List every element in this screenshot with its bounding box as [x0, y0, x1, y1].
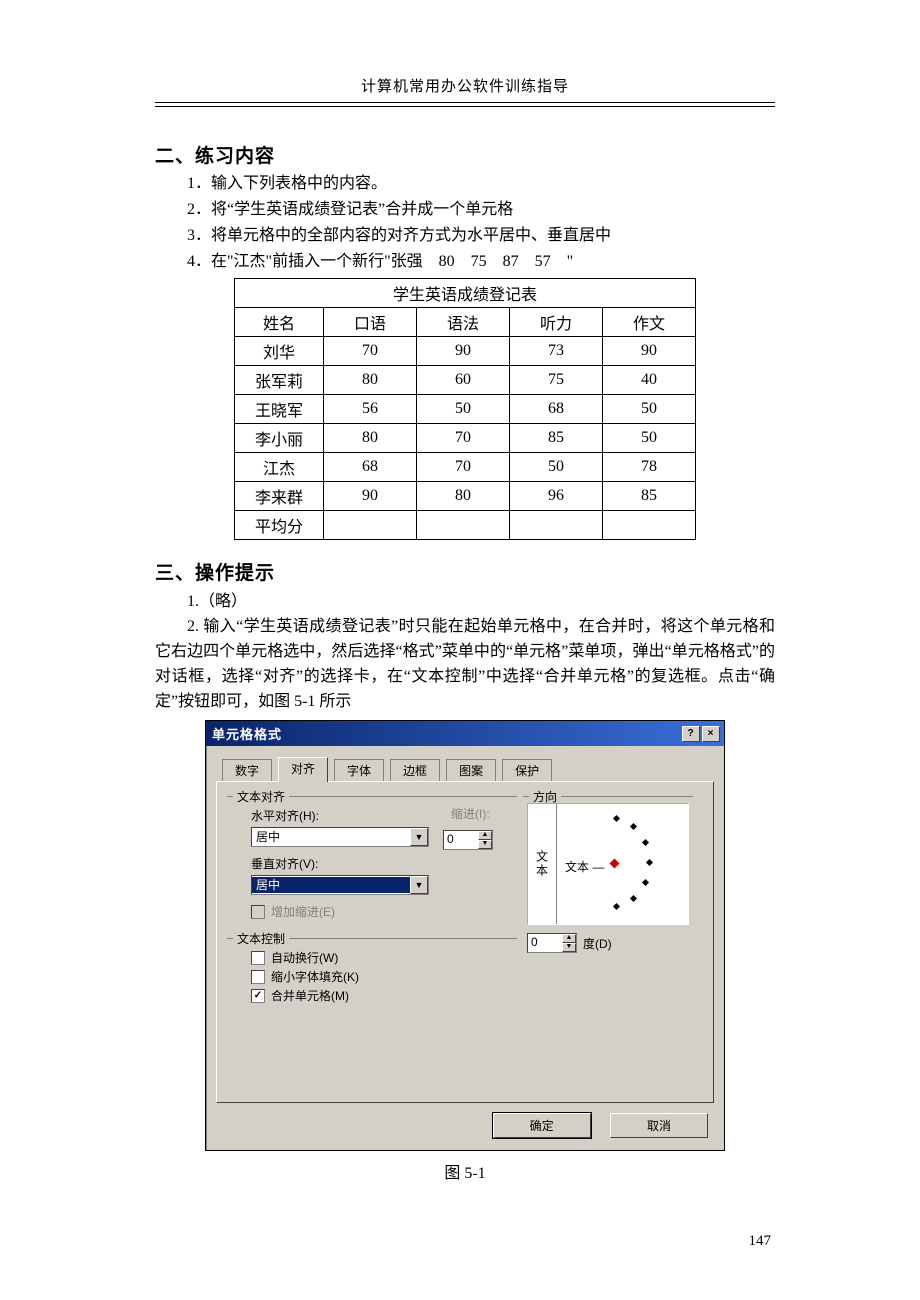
table-row: 张军莉80607540	[235, 366, 696, 395]
dot-icon	[630, 823, 637, 830]
orientation-box[interactable]: 文本 文本 —	[527, 803, 689, 925]
tip-2: 2. 输入“学生英语成绩登记表”时只能在起始单元格中，在合并时，将这个单元格和它…	[155, 614, 775, 714]
tab-strip: 数字 对齐 字体 边框 图案 保护	[216, 752, 714, 781]
degree-label: 度(D)	[583, 935, 612, 952]
practice-item-4: 4．在"江杰"前插入一个新行"张强 80 75 87 57 "	[155, 250, 775, 274]
table-row: 刘华70907390	[235, 337, 696, 366]
table-row: 李小丽80708550	[235, 424, 696, 453]
dot-icon	[646, 859, 653, 866]
indent-value: 0	[444, 831, 478, 849]
text-align-legend: 文本对齐	[233, 788, 289, 805]
dialog-title: 单元格格式	[212, 724, 282, 743]
spin-up-icon[interactable]: ▲	[478, 831, 492, 840]
cell-format-dialog: 单元格格式 ? × 数字 对齐 字体 边框 图案 保护	[205, 720, 725, 1151]
tip-1: 1.（略）	[155, 589, 775, 614]
table-row: 平均分	[235, 511, 696, 540]
merge-label: 合并单元格(M)	[271, 987, 349, 1004]
chevron-down-icon[interactable]: ▼	[410, 876, 428, 894]
text-control-legend: 文本控制	[233, 930, 289, 947]
checkbox-checked-icon: ✓	[251, 989, 265, 1003]
checkbox-icon	[251, 951, 265, 965]
chevron-down-icon[interactable]: ▼	[410, 828, 428, 846]
page-number: 147	[155, 1233, 775, 1250]
shrink-label: 缩小字体填充(K)	[271, 968, 359, 985]
col-listening: 听力	[510, 308, 603, 337]
practice-item-1: 1．输入下列表格中的内容。	[155, 172, 775, 196]
shrink-checkbox[interactable]: 缩小字体填充(K)	[251, 968, 507, 985]
table-row: 江杰68705078	[235, 453, 696, 482]
col-writing: 作文	[603, 308, 696, 337]
tab-border[interactable]: 边框	[390, 759, 440, 782]
dot-icon	[613, 903, 620, 910]
vertical-text-button[interactable]: 文本	[528, 804, 557, 924]
tab-protection[interactable]: 保护	[502, 759, 552, 782]
halign-value: 居中	[252, 829, 410, 845]
table-row: 李来群90809685	[235, 482, 696, 511]
direction-group: 方向 文本 文本 —	[523, 796, 693, 959]
help-button[interactable]: ?	[682, 726, 700, 742]
dot-icon	[630, 895, 637, 902]
dialog-titlebar[interactable]: 单元格格式 ? ×	[206, 721, 724, 746]
col-name: 姓名	[235, 308, 324, 337]
spin-down-icon[interactable]: ▼	[478, 840, 492, 849]
col-grammar: 语法	[417, 308, 510, 337]
merge-checkbox[interactable]: ✓ 合并单元格(M)	[251, 987, 507, 1004]
checkbox-icon	[251, 905, 265, 919]
halign-combo[interactable]: 居中 ▼	[251, 827, 429, 847]
valign-label: 垂直对齐(V):	[251, 855, 507, 872]
wrap-label: 自动换行(W)	[271, 949, 338, 966]
figure-caption: 图 5-1	[205, 1159, 725, 1183]
tab-pattern[interactable]: 图案	[446, 759, 496, 782]
valign-value: 居中	[252, 877, 410, 893]
practice-item-3: 3．将单元格中的全部内容的对齐方式为水平居中、垂直居中	[155, 224, 775, 248]
wrap-checkbox[interactable]: 自动换行(W)	[251, 949, 507, 966]
table-header-row: 姓名 口语 语法 听力 作文	[235, 308, 696, 337]
text-control-group: 文本控制 自动换行(W) 缩小字体填充(K)	[227, 938, 517, 1016]
running-head: 计算机常用办公软件训练指导	[155, 75, 775, 102]
degree-value: 0	[528, 934, 562, 952]
tab-number[interactable]: 数字	[222, 759, 272, 782]
tab-alignment[interactable]: 对齐	[278, 757, 328, 782]
col-speaking: 口语	[324, 308, 417, 337]
cancel-button[interactable]: 取消	[610, 1113, 708, 1138]
diamond-icon	[610, 859, 620, 869]
spin-down-icon[interactable]: ▼	[562, 943, 576, 952]
table-row: 王晓军56506850	[235, 395, 696, 424]
orientation-text-label: 文本 —	[565, 858, 604, 875]
indent-label: 缩进(I):	[451, 805, 490, 822]
degree-spin[interactable]: 0 ▲▼	[527, 933, 577, 953]
tab-font[interactable]: 字体	[334, 759, 384, 782]
indent-spin[interactable]: 0 ▲▼	[443, 830, 493, 850]
alignment-panel: 文本对齐 水平对齐(H): 缩进(I): 居中 ▼ 0	[216, 781, 714, 1103]
dot-icon	[642, 879, 649, 886]
valign-combo[interactable]: 居中 ▼	[251, 875, 429, 895]
spin-up-icon[interactable]: ▲	[562, 934, 576, 943]
checkbox-icon	[251, 970, 265, 984]
orientation-dial[interactable]: 文本 —	[557, 804, 688, 924]
score-table: 学生英语成绩登记表 姓名 口语 语法 听力 作文 刘华70907390 张军莉8…	[234, 278, 696, 540]
table-caption: 学生英语成绩登记表	[235, 279, 696, 308]
text-align-group: 文本对齐 水平对齐(H): 缩进(I): 居中 ▼ 0	[227, 796, 517, 932]
practice-list: 1．输入下列表格中的内容。 2．将“学生英语成绩登记表”合并成一个单元格 3．将…	[155, 172, 775, 274]
section-tips-title: 三、操作提示	[155, 558, 775, 585]
dot-icon	[642, 839, 649, 846]
section-practice-title: 二、练习内容	[155, 141, 775, 168]
add-indent-checkbox: 增加缩进(E)	[251, 903, 507, 920]
ok-button[interactable]: 确定	[493, 1113, 591, 1138]
dot-icon	[613, 815, 620, 822]
dialog-button-row: 确定 取消	[216, 1103, 714, 1140]
practice-item-2: 2．将“学生英语成绩登记表”合并成一个单元格	[155, 198, 775, 222]
close-button[interactable]: ×	[702, 726, 720, 742]
add-indent-label: 增加缩进(E)	[271, 903, 335, 920]
header-rule	[155, 102, 775, 107]
